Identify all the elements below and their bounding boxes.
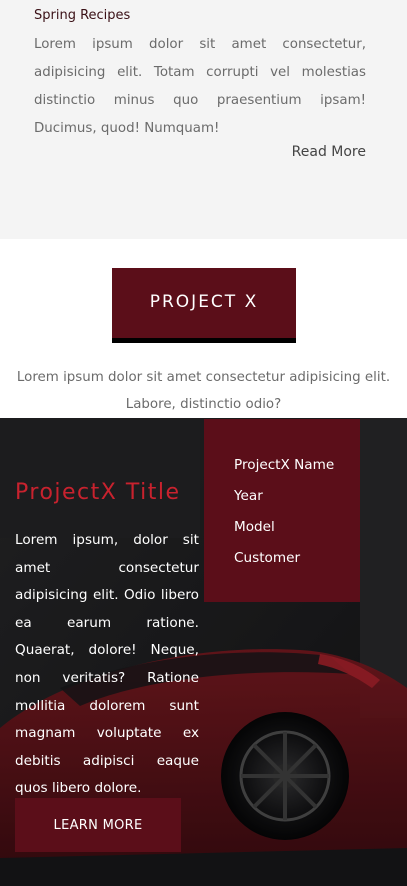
- learn-more-button[interactable]: LEARN MORE: [15, 798, 181, 852]
- recipe-card: Spring Recipes Lorem ipsum dolor sit ame…: [0, 0, 407, 239]
- info-item-name: ProjectX Name: [234, 457, 335, 473]
- project-hero: ProjectX Title Lorem ipsum, dolor sit am…: [0, 418, 407, 886]
- info-item-year: Year: [234, 488, 263, 504]
- project-title: ProjectX Title: [15, 480, 181, 505]
- recipe-title: Spring Recipes: [34, 8, 131, 23]
- recipe-description: Lorem ipsum dolor sit amet consectetur, …: [34, 37, 366, 136]
- project-lead-text: Lorem ipsum dolor sit amet consectetur a…: [16, 370, 391, 412]
- read-more-link[interactable]: Read More: [292, 144, 366, 160]
- info-item-customer: Customer: [234, 550, 301, 566]
- project-info-box: ProjectX Name Year Model Customer: [204, 419, 360, 602]
- project-description: Lorem ipsum, dolor sit amet consectetur …: [15, 532, 199, 797]
- project-x-button[interactable]: PROJECT X: [112, 268, 296, 343]
- info-item-model: Model: [234, 519, 275, 535]
